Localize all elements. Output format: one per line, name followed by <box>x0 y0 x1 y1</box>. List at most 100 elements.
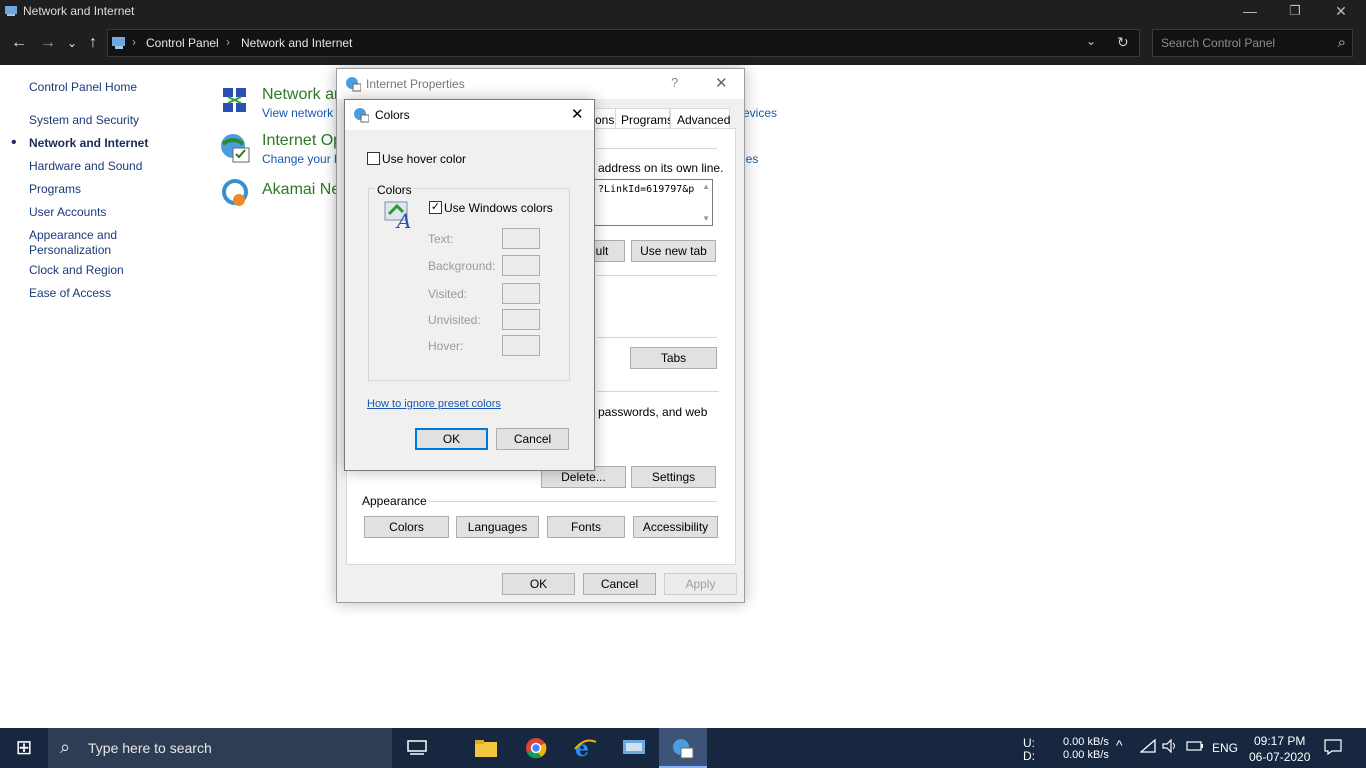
search-icon[interactable]: ⌕ <box>1338 34 1346 51</box>
tabs-button[interactable]: Tabs <box>630 347 717 369</box>
nav-personalization[interactable]: Personalization <box>29 243 111 257</box>
windows-colors-label[interactable]: Use Windows colors <box>444 201 553 215</box>
clock-date[interactable]: 06-07-2020 <box>1249 750 1310 764</box>
chrome-icon[interactable] <box>512 728 560 768</box>
tab-connections[interactable]: ons <box>592 108 616 129</box>
up-button[interactable]: ↑ <box>82 33 104 55</box>
colors-dialog-title: Colors <box>375 108 410 122</box>
window-title: Network and Internet <box>23 4 135 18</box>
breadcrumb-network-and-internet[interactable]: Network and Internet <box>241 36 352 50</box>
active-bullet: • <box>11 134 17 151</box>
wifi-icon[interactable] <box>1139 738 1156 756</box>
nav-ease-of-access[interactable]: Ease of Access <box>29 286 111 300</box>
nav-control-panel-home[interactable]: Control Panel Home <box>29 80 137 94</box>
close-button[interactable]: ✕ <box>1318 0 1364 23</box>
notification-icon[interactable] <box>1324 739 1342 758</box>
scroll-down-icon[interactable]: ▼ <box>702 214 710 223</box>
back-button[interactable]: ← <box>8 33 30 55</box>
properties-cancel-button[interactable]: Cancel <box>583 573 656 595</box>
category-internet-link[interactable]: Change your h <box>262 152 341 166</box>
language-indicator[interactable]: ENG <box>1212 741 1238 755</box>
nav-user-accounts[interactable]: User Accounts <box>29 205 106 219</box>
address-bar[interactable]: › Control Panel › Network and Internet ⌄… <box>107 29 1140 57</box>
colors-button[interactable]: Colors <box>364 516 449 538</box>
colors-dialog: Colors ✕ Use hover color Colors A ✓ Use … <box>344 99 595 471</box>
scroll-up-icon[interactable]: ▲ <box>702 182 710 191</box>
breadcrumb-separator: › <box>226 35 230 49</box>
internet-properties-close-button[interactable]: ✕ <box>715 74 728 92</box>
taskbar-search-input[interactable]: Type here to search <box>88 740 212 756</box>
colors-group-label: Colors <box>375 183 414 197</box>
download-label: D: <box>1023 749 1035 763</box>
languages-button[interactable]: Languages <box>456 516 539 538</box>
internet-explorer-icon[interactable]: e <box>561 728 609 768</box>
control-panel-icon <box>111 35 127 54</box>
search-input[interactable]: Search Control Panel <box>1161 36 1275 50</box>
colors-close-button[interactable]: ✕ <box>571 105 584 123</box>
settings-button[interactable]: Settings <box>631 466 716 488</box>
tab-programs[interactable]: Programs <box>615 108 674 129</box>
control-panel-taskbar-icon[interactable] <box>610 728 658 768</box>
hover-color-button[interactable] <box>502 335 540 356</box>
fonts-button[interactable]: Fonts <box>547 516 625 538</box>
color-palette-icon: A <box>383 198 417 235</box>
homepage-url-text: ?LinkId=619797&p <box>598 184 694 195</box>
windows-colors-checkbox[interactable]: ✓ <box>429 201 442 214</box>
hover-color-label[interactable]: Use hover color <box>382 152 466 166</box>
hover-color-checkbox[interactable] <box>367 152 380 165</box>
tab-advanced[interactable]: Advanced <box>670 108 730 129</box>
nav-programs[interactable]: Programs <box>29 182 81 196</box>
colors-ok-button[interactable]: OK <box>415 428 488 450</box>
download-speed: 0.00 kB/s <box>1063 749 1109 761</box>
category-network-link[interactable]: View network <box>262 106 333 120</box>
unvisited-color-button[interactable] <box>502 309 540 330</box>
breadcrumb-control-panel[interactable]: Control Panel <box>146 36 219 50</box>
taskbar-search[interactable]: ⌕ Type here to search <box>48 728 392 768</box>
forward-button[interactable]: → <box>37 33 59 55</box>
control-panel-icon <box>4 4 18 18</box>
colors-titlebar: Colors ✕ <box>345 100 594 130</box>
browsing-history-text: passwords, and web <box>598 405 708 419</box>
use-new-tab-button[interactable]: Use new tab <box>631 240 716 262</box>
search-box[interactable]: Search Control Panel ⌕ <box>1152 29 1353 57</box>
battery-icon[interactable] <box>1186 740 1204 755</box>
address-dropdown-button[interactable]: ⌄ <box>1086 34 1096 48</box>
visited-color-button[interactable] <box>502 283 540 304</box>
homepage-url-textarea[interactable]: ?LinkId=619797&p ▲ ▼ <box>587 179 713 226</box>
category-internet-link-right[interactable]: ies <box>743 152 758 166</box>
tab-programs-label: Programs <box>621 113 674 127</box>
nav-network-and-internet[interactable]: Network and Internet <box>29 136 148 150</box>
category-akamai-title[interactable]: Akamai Ne <box>262 181 340 199</box>
nav-system-and-security[interactable]: System and Security <box>29 113 139 127</box>
restore-button[interactable]: ❐ <box>1272 0 1318 23</box>
nav-appearance-and[interactable]: Appearance and <box>29 228 117 242</box>
file-explorer-icon[interactable] <box>462 728 510 768</box>
text-color-button[interactable] <box>502 228 540 249</box>
category-network-title[interactable]: Network ar <box>262 86 339 104</box>
colors-cancel-button[interactable]: Cancel <box>496 428 569 450</box>
internet-options-taskbar-icon[interactable] <box>659 728 707 768</box>
help-button[interactable]: ? <box>671 75 678 90</box>
properties-ok-button[interactable]: OK <box>502 573 575 595</box>
upload-speed: 0.00 kB/s <box>1063 736 1109 748</box>
task-view-icon[interactable] <box>393 728 441 768</box>
category-internet-title[interactable]: Internet Op <box>262 132 342 150</box>
background-color-button[interactable] <box>502 255 540 276</box>
internet-properties-title: Internet Properties <box>366 77 465 91</box>
accessibility-button[interactable]: Accessibility <box>633 516 718 538</box>
nav-clock-and-region[interactable]: Clock and Region <box>29 263 124 277</box>
recent-locations-button[interactable]: ⌄ <box>61 33 83 55</box>
start-button[interactable]: ⊞ <box>0 728 48 768</box>
properties-apply-button[interactable]: Apply <box>664 573 737 595</box>
tab-advanced-label: Advanced <box>677 113 731 127</box>
minimize-button[interactable]: — <box>1227 0 1273 23</box>
volume-icon[interactable] <box>1162 738 1178 756</box>
chevron-up-icon[interactable]: ^ <box>1116 737 1123 753</box>
clock-time[interactable]: 09:17 PM <box>1254 734 1305 748</box>
unvisited-color-label: Unvisited: <box>428 313 481 327</box>
refresh-button[interactable]: ↻ <box>1117 34 1129 51</box>
nav-hardware-and-sound[interactable]: Hardware and Sound <box>29 159 142 173</box>
ignore-preset-colors-link[interactable]: How to ignore preset colors <box>367 398 501 410</box>
window-titlebar: Network and Internet — ❐ ✕ <box>0 0 1366 23</box>
category-network-link-right[interactable]: evices <box>743 106 777 120</box>
